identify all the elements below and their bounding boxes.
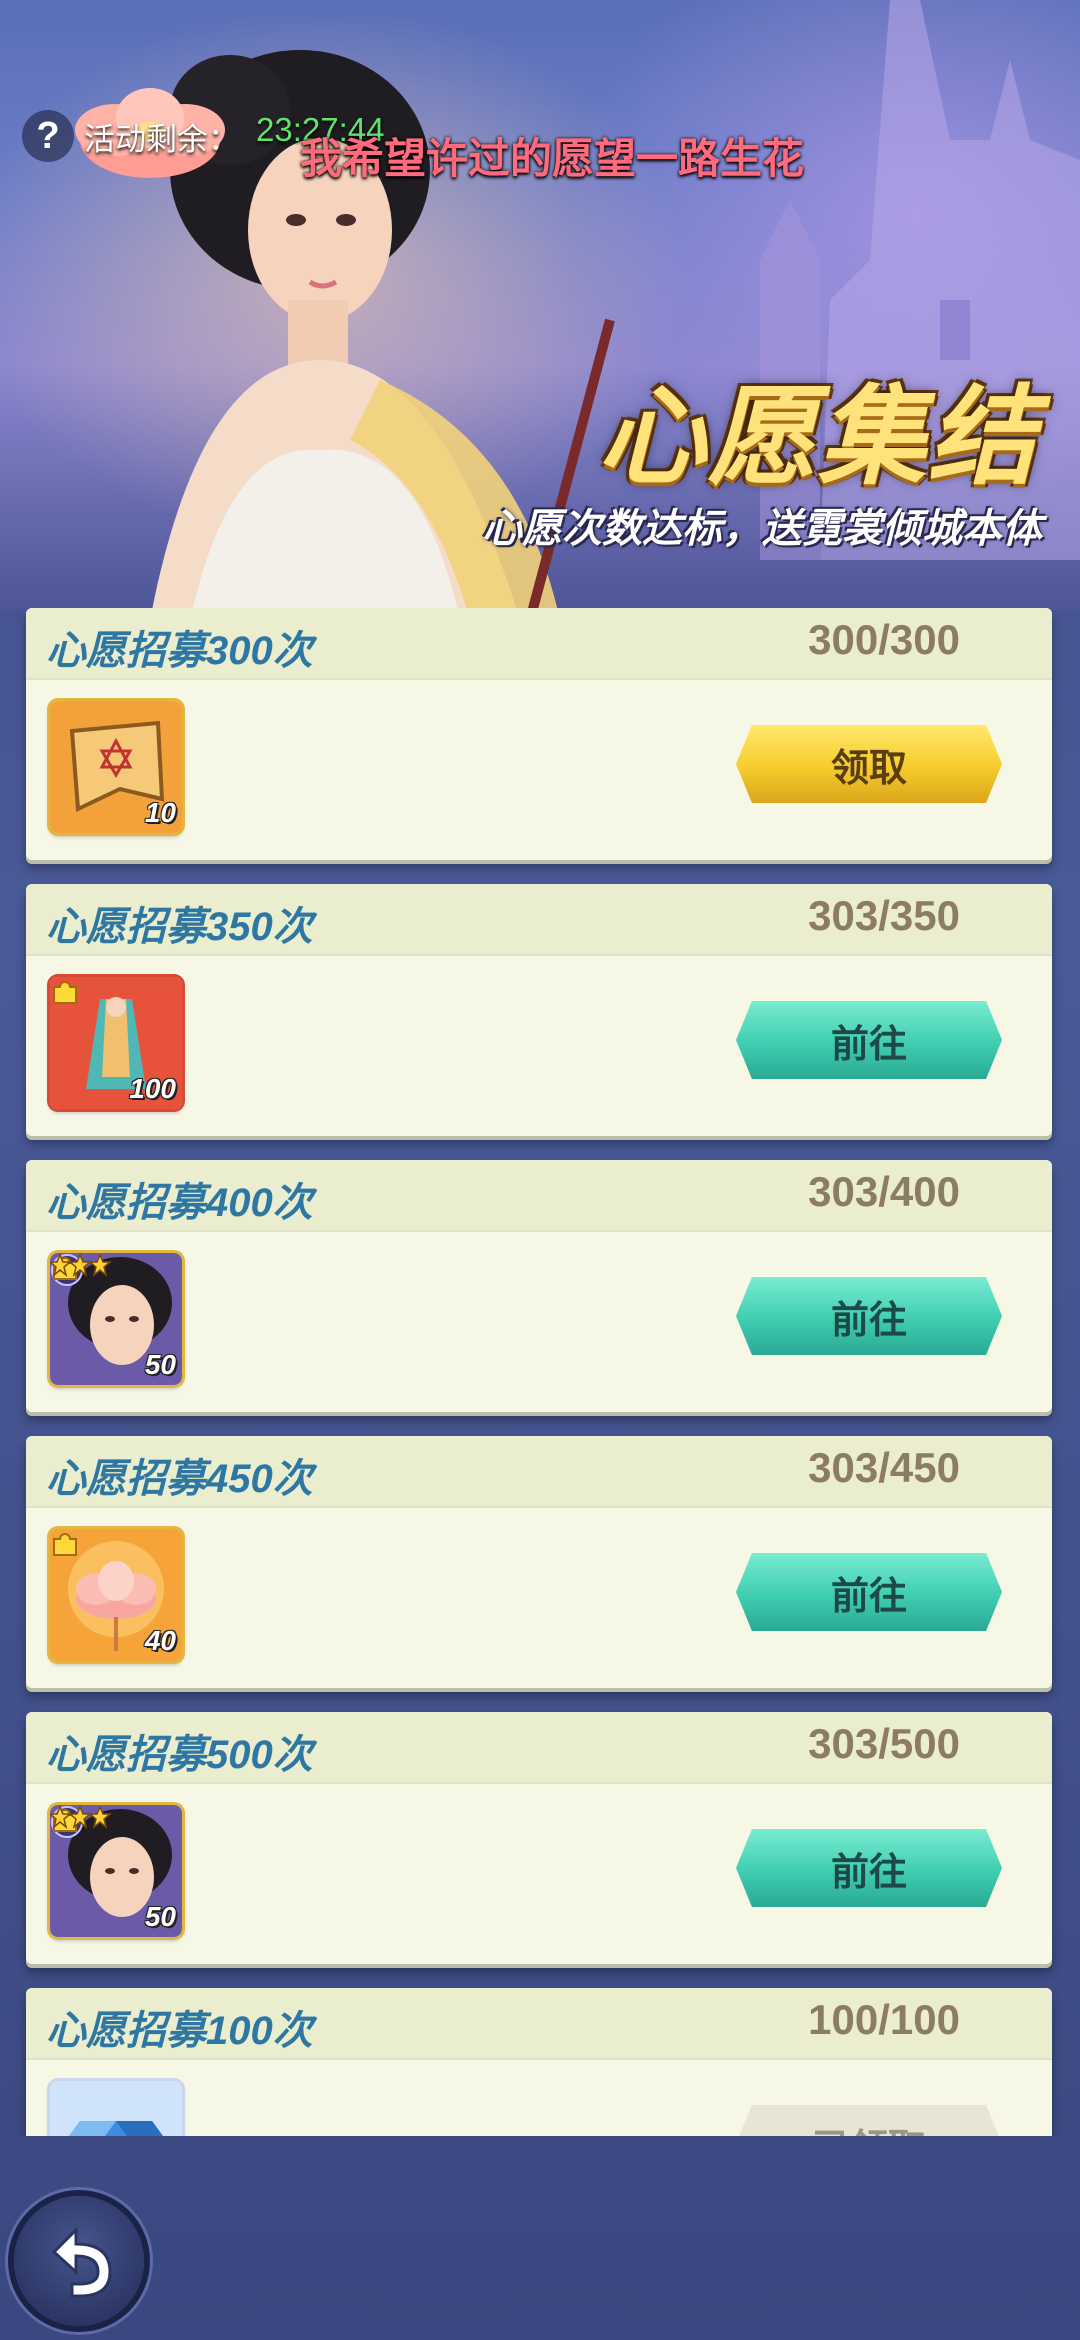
star-rating-icon bbox=[50, 1805, 113, 1829]
go-button[interactable]: 前往 bbox=[736, 1829, 1002, 1907]
reward-count: 100 bbox=[129, 1073, 176, 1104]
task-progress: 303/350 bbox=[808, 892, 960, 939]
event-banner: ? 活动剩余： 23:27:44 我希望许过的愿望一路生花 心愿集结 心愿次数达… bbox=[0, 0, 1080, 610]
go-button[interactable]: 前往 bbox=[736, 1553, 1002, 1631]
task-card: 心愿招募500次 303/500 50 前往 bbox=[26, 1712, 1052, 1964]
reward-item[interactable]: 100 bbox=[50, 977, 182, 1109]
task-title: 心愿招募450次 bbox=[46, 1457, 313, 1501]
help-icon[interactable]: ? bbox=[22, 110, 74, 162]
gem-icon bbox=[50, 2081, 182, 2136]
reward-count: 50 bbox=[144, 1901, 176, 1932]
task-title: 心愿招募300次 bbox=[46, 629, 313, 673]
fragment-badge-icon bbox=[53, 1533, 77, 1556]
task-progress: 300/300 bbox=[808, 616, 960, 663]
task-progress: 100/100 bbox=[808, 1996, 960, 2043]
danmaku-comment: 我希望许过的愿望一路生花 bbox=[300, 135, 805, 182]
task-progress: 303/450 bbox=[808, 1444, 960, 1491]
task-progress: 303/500 bbox=[808, 1720, 960, 1767]
star-rating-icon bbox=[50, 1253, 113, 1277]
task-title: 心愿招募100次 bbox=[46, 2009, 313, 2053]
reward-count: 10 bbox=[144, 797, 176, 828]
reward-item[interactable] bbox=[50, 2081, 182, 2136]
reward-item[interactable]: 50 bbox=[50, 1253, 182, 1385]
timer-label: 活动剩余： bbox=[84, 122, 239, 157]
reward-item[interactable]: 40 bbox=[50, 1529, 182, 1661]
task-card: 心愿招募300次 300/300 10 领取 bbox=[26, 608, 1052, 860]
task-title: 心愿招募400次 bbox=[46, 1181, 313, 1225]
task-card: 心愿招募100次 100/100 已领取 bbox=[26, 1988, 1052, 2136]
go-button[interactable]: 前往 bbox=[736, 1001, 1002, 1079]
task-card: 心愿招募350次 303/350 100 前往 bbox=[26, 884, 1052, 1136]
fragment-badge-icon bbox=[53, 981, 77, 1004]
back-button[interactable] bbox=[14, 2196, 144, 2326]
event-subtitle: 心愿次数达标，送霓裳倾城本体 bbox=[482, 507, 1042, 551]
reward-count: 40 bbox=[144, 1625, 176, 1656]
reward-item[interactable]: 50 bbox=[50, 1805, 182, 1937]
task-card: 心愿招募450次 303/450 40 前往 bbox=[26, 1436, 1052, 1688]
go-button[interactable]: 前往 bbox=[736, 1277, 1002, 1355]
back-arrow-icon bbox=[51, 2226, 112, 2298]
task-card: 心愿招募400次 303/400 50 前往 bbox=[26, 1160, 1052, 1412]
claimed-button[interactable]: 已领取 bbox=[736, 2105, 1002, 2136]
task-progress: 303/400 bbox=[808, 1168, 960, 1215]
reward-item[interactable]: 10 bbox=[50, 701, 182, 833]
task-title: 心愿招募500次 bbox=[46, 1733, 313, 1777]
event-title: 心愿集结 bbox=[597, 376, 1038, 497]
task-list[interactable]: 心愿招募300次 300/300 10 领取 心愿招募350次 303/350 bbox=[0, 608, 1080, 2136]
reward-count: 50 bbox=[144, 1349, 176, 1380]
claim-button[interactable]: 领取 bbox=[736, 725, 1002, 803]
task-title: 心愿招募350次 bbox=[46, 905, 313, 949]
